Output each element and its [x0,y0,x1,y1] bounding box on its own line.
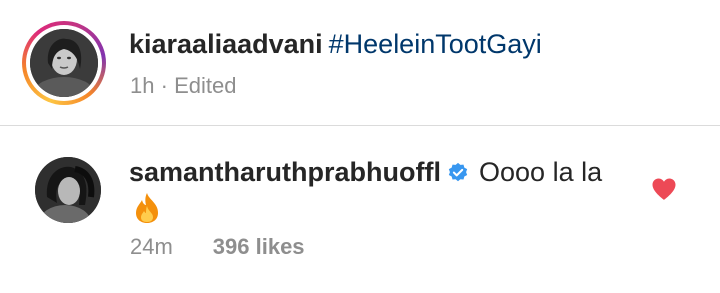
comment-username[interactable]: samantharuthprabhuoffl [129,157,441,187]
profile-photo [35,157,101,223]
comment-body: Oooo la la [479,157,603,187]
post-caption: kiaraaliaadvani #HeeleinTootGayi 1h · Edi… [0,0,720,124]
caption-hashtag[interactable]: #HeeleinTootGayi [329,29,542,59]
verified-badge-icon [448,162,468,182]
comment-avatar[interactable] [35,157,101,223]
comment-time: 24m [130,234,173,259]
heart-icon[interactable] [651,177,677,201]
comment-meta: 24m 396 likes [130,232,305,262]
caption-time: 1h [130,73,155,98]
comment-likes[interactable]: 396 likes [213,234,305,259]
avatar[interactable] [30,29,98,97]
caption-text: kiaraaliaadvani #HeeleinTootGayi [129,26,542,62]
comment-text: samantharuthprabhuoffl Oooo la la [129,154,602,190]
edited-label: Edited [174,73,237,98]
caption-username[interactable]: kiaraaliaadvani [129,29,323,59]
profile-photo [30,29,98,97]
caption-meta: 1h · Edited [130,71,236,101]
fire-emoji-icon [136,193,158,223]
comments-view: kiaraaliaadvani #HeeleinTootGayi 1h · Edi… [0,0,720,293]
meta-separator: · [160,73,168,98]
divider [0,125,720,126]
